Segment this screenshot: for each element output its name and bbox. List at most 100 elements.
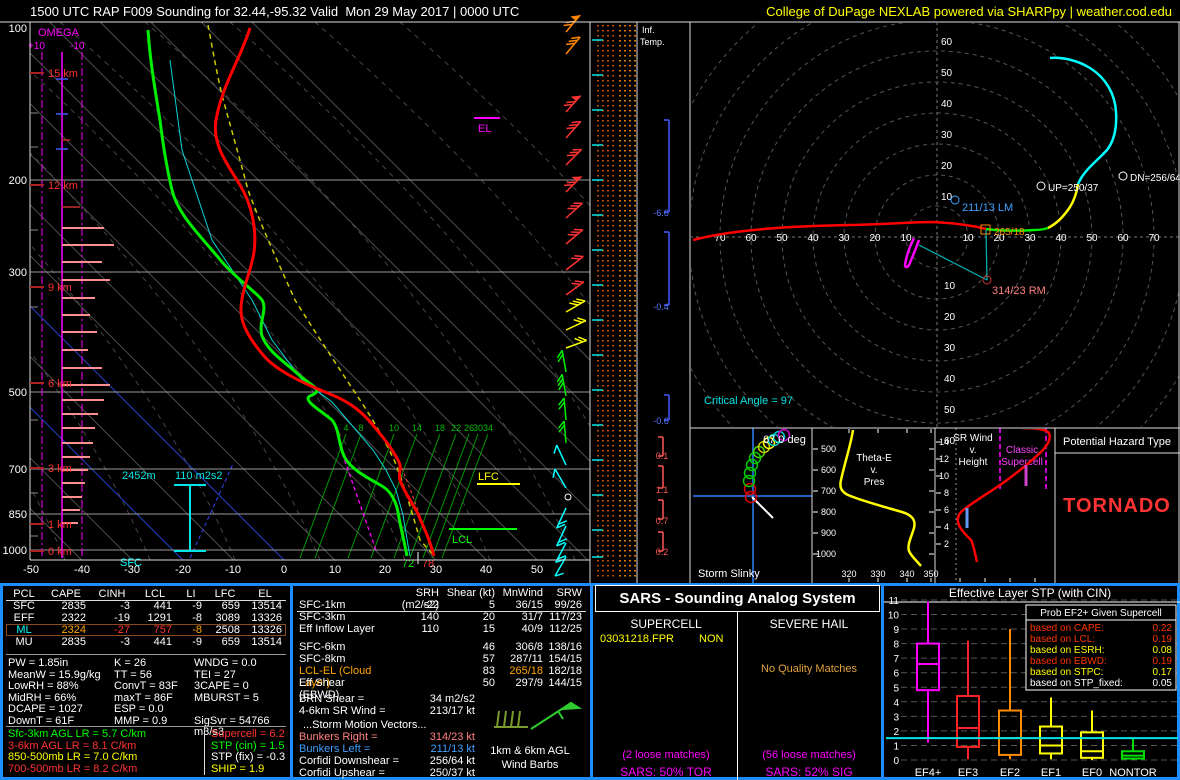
indices-col-1: PW = 1.85in MeanW = 15.9g/kg LowRH = 88% Mi… <box>8 657 112 727</box>
sars-title: SARS - Sounding Analog System <box>595 585 880 612</box>
parcel-value: 2324 <box>61 624 86 636</box>
thetae-title-2: v. <box>870 465 877 476</box>
stp-y-label: 7 <box>893 654 899 665</box>
storm-slinky-panel <box>693 428 812 583</box>
temp-axis-label: 0 <box>281 564 287 576</box>
parcel-header-row: PCL CAPE CINH LCL LI LFC EL <box>6 588 286 601</box>
wind-barb-tick <box>566 100 576 104</box>
lcl-label: LCL <box>452 534 472 546</box>
rm-vector-label: 314/23 RM <box>992 285 1046 297</box>
height-label: 0 km <box>48 546 72 558</box>
parcel-value: -3 <box>120 600 130 612</box>
box <box>916 642 940 692</box>
dn-vector-label: DN=256/64 <box>1130 173 1180 184</box>
sr-y-label: 8 <box>944 488 949 498</box>
kin-name: SFC-3km <box>299 611 346 623</box>
hazard-title: Potential Hazard Type <box>1063 436 1171 448</box>
inflow-srh-label: 110 m2s2 <box>175 470 223 482</box>
hazard-value: TORNADO <box>1063 495 1171 517</box>
sars-match-file[interactable]: 03031218.FPR <box>600 633 674 645</box>
kin-row: Eff Inflow Layer 110 15 40/9 112/25 <box>297 623 586 635</box>
parcel-value: 2508 <box>215 624 240 636</box>
sharppy-sounding-app: 1500 UTC RAP F009 Sounding for 32.44,-95… <box>0 0 1180 780</box>
index-item <box>194 704 286 716</box>
divider <box>6 654 286 655</box>
sars-hail-prob: SARS: 52% SIG <box>765 765 853 779</box>
inflow-depth-label: 2452m <box>122 470 156 482</box>
mixing-ratio-label: 22 <box>451 423 461 433</box>
kin-row: SFC-8km 57 287/11 154/15 <box>297 653 586 665</box>
wind-barb-tick <box>572 300 582 304</box>
stp-y-label: 3 <box>893 712 899 723</box>
bunkers-right-label: Bunkers Right = <box>299 731 378 743</box>
parcel-table[interactable]: PCL CAPE CINH LCL LI LFC EL SFC 2835 -3 441 -9 659 13… <box>6 588 286 648</box>
temp-axis-label: 10 <box>329 564 341 576</box>
bunkers-right-value: 314/23 kt <box>429 731 475 743</box>
up-vector-label: UP=250/37 <box>1048 183 1099 194</box>
wind-barb-tick <box>573 318 583 324</box>
hodo-ring-label: 30 <box>1024 233 1036 244</box>
omega-minus-label: -10 <box>70 41 85 52</box>
wind-barb <box>565 320 587 331</box>
mixing-ratio-label: 30 <box>473 423 483 433</box>
kin-value: 287/11 <box>510 653 543 665</box>
parcel-value: -8 <box>192 612 202 624</box>
pressure-label: 850 <box>9 509 27 521</box>
6km-wind-barb <box>530 701 583 730</box>
kin-row: SFC-1km -22 5 36/15 99/26 <box>297 599 586 611</box>
pressure-label: 200 <box>9 175 27 187</box>
height-label: 3 km <box>48 463 72 475</box>
parcel-value: -27 <box>114 624 130 636</box>
hodo-ring-label: 50 <box>776 233 788 244</box>
temp-axis-label: 40 <box>480 564 492 576</box>
index-item: ConvT = 83F <box>114 680 178 692</box>
sars-supercell-prob: SARS: 50% TOR <box>620 765 712 779</box>
srwind-title-3: Height <box>959 457 988 468</box>
legend-value: 0.08 <box>1153 645 1173 656</box>
box <box>998 709 1022 756</box>
sr-wind-4-6-label: 4-6km SR Wind = <box>299 705 386 717</box>
hodo-ring-label: 60 <box>745 233 757 244</box>
bunkers-left-label: Bunkers Left = <box>299 743 371 755</box>
thermo-panel: PCL CAPE CINH LCL LI LFC EL SFC 2835 -3 441 -9 659 13… <box>4 586 288 777</box>
kin-value: 140 <box>420 611 439 623</box>
effective-inflow-bar <box>174 484 206 552</box>
bunkers-left-marker[interactable] <box>950 195 960 205</box>
kin-value: -22 <box>423 599 439 611</box>
parcel-row[interactable]: MU 2835 -3 441 -9 659 13514 <box>6 636 286 648</box>
parcel-name: ML <box>16 624 32 636</box>
hodo-ring-label: 60 <box>1117 233 1129 244</box>
index-item: DCAPE = 1027 <box>8 703 83 715</box>
wind-barb <box>565 121 582 139</box>
isotherm <box>30 558 32 560</box>
height-label: 9 km <box>48 282 72 294</box>
mixing-ratio-label: 10 <box>389 423 399 433</box>
inflow-wedge-line <box>918 244 988 281</box>
inferred-temp-label-1: Inf. <box>642 25 655 35</box>
sars-hail-loose: (56 loose matches) <box>762 749 856 761</box>
advection-value: -6.6 <box>653 208 669 218</box>
pressure-label: 100 <box>9 23 27 35</box>
temp-axis-label: -20 <box>175 564 191 576</box>
parcel-value: 13326 <box>251 624 282 636</box>
kin-name: Eff Inflow Layer <box>299 623 375 635</box>
wind-barb <box>556 444 567 466</box>
parcel-row[interactable]: SFC 2835 -3 441 -9 659 13514 <box>6 600 286 612</box>
hodo-ring <box>691 23 1179 427</box>
legend-value: 0.22 <box>1153 623 1173 634</box>
parcel-row[interactable]: EFF 2322 -19 1291 -8 3089 13326 <box>6 612 286 624</box>
sr-y-label: 6 <box>944 505 949 515</box>
kin-value: 306/8 <box>515 641 543 653</box>
parcel-value: 659 <box>221 600 240 612</box>
kin-value: 40/9 <box>521 623 543 635</box>
parcel-value: 659 <box>221 636 240 648</box>
parcel-row[interactable]: ML 2324 -27 757 -8 2508 13326 <box>6 624 286 636</box>
classic-supercell-label-1: Classic <box>1006 445 1038 456</box>
legend-label: based on STP_fixed: <box>1030 678 1123 689</box>
kin-value: 154/15 <box>548 653 582 665</box>
stp-y-label: 0 <box>893 756 899 767</box>
lapse-rate-list: Sfc-3km AGL LR = 5.7 C/km 3-6km AGL LR =… <box>8 728 147 775</box>
lapse-rate: Sfc-3km AGL LR = 5.7 C/km <box>8 728 147 740</box>
lapse-rate: 700-500mb LR = 8.2 C/km <box>8 762 138 775</box>
hodo-ring-label: 50 <box>944 405 956 416</box>
